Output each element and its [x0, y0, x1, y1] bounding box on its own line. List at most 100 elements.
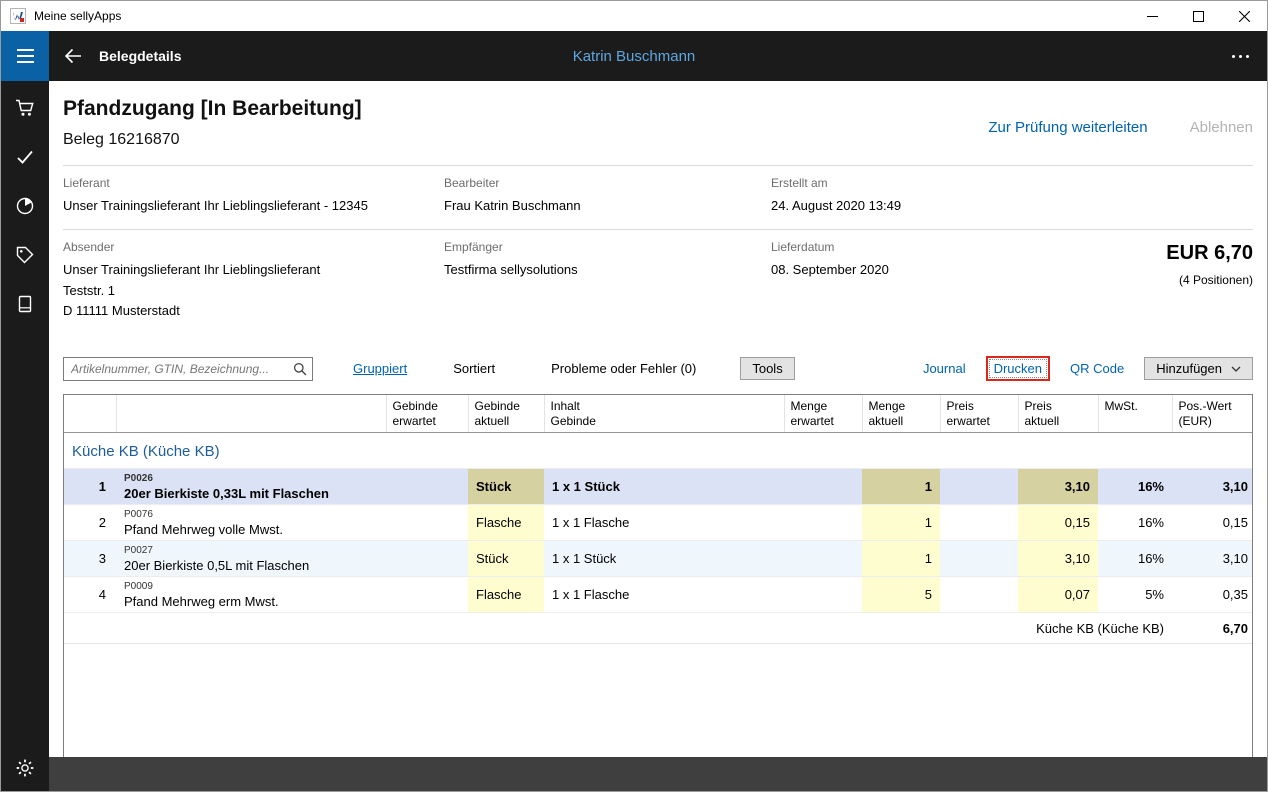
search-icon[interactable]: [293, 362, 307, 381]
cell-menge-erwartet: [784, 540, 862, 578]
reject-button[interactable]: Ablehnen: [1190, 119, 1253, 136]
sidebar-item-tags[interactable]: [1, 244, 49, 266]
column-header: Gebinde erwartet: [386, 395, 469, 434]
search-input[interactable]: [63, 356, 313, 381]
article-code: P0076: [124, 508, 153, 520]
cell-gebinde-aktuell[interactable]: Flasche: [468, 504, 544, 542]
problems-errors-toggle[interactable]: Probleme oder Fehler (0): [551, 361, 696, 376]
sidebar-item-statistics[interactable]: [1, 195, 49, 217]
document-title: Pfandzugang [In Bearbeitung]: [63, 97, 362, 120]
window-controls: [1129, 1, 1267, 31]
column-header: MwSt.: [1098, 395, 1173, 434]
cell-preis-aktuell[interactable]: 0,07: [1018, 576, 1098, 614]
table-row[interactable]: 2 P0076 Pfand Mehrweg volle Mwst. Flasch…: [64, 504, 1252, 542]
positions-toolbar: Gruppiert Sortiert Probleme oder Fehler …: [63, 356, 1253, 382]
table-row[interactable]: 3 P0027 20er Bierkiste 0,5L mit Flaschen…: [64, 540, 1252, 578]
pie-chart-icon: [16, 197, 34, 215]
article-name: Pfand Mehrweg volle Mwst.: [124, 521, 283, 537]
sidebar-item-tasks[interactable]: [1, 146, 49, 168]
column-header: Preis aktuell: [1018, 395, 1099, 434]
supplier-value: Unser Trainingslieferant Ihr Lieblingsli…: [63, 198, 368, 213]
cell-preis-aktuell[interactable]: 3,10: [1018, 468, 1098, 506]
recipient-value: Testfirma sellysolutions: [444, 261, 578, 277]
column-header: Inhalt Gebinde: [544, 395, 785, 434]
column-header: Pos.-Wert (EUR): [1172, 395, 1252, 434]
cell-inhalt-gebinde: 1 x 1 Stück: [544, 468, 784, 506]
close-button[interactable]: [1221, 1, 1267, 31]
cell-preis-erwartet: [940, 504, 1018, 542]
cell-gebinde-aktuell[interactable]: Flasche: [468, 576, 544, 614]
cell-row-number: 3: [64, 540, 116, 578]
cell-pos-wert: 3,10: [1172, 540, 1252, 578]
cell-gebinde-erwartet: [386, 504, 468, 542]
table-row[interactable]: 4 P0009 Pfand Mehrweg erm Mwst. Flasche …: [64, 576, 1252, 614]
cell-article: P0009 Pfand Mehrweg erm Mwst.: [116, 576, 386, 614]
sender-street: Teststr. 1: [63, 282, 116, 298]
sorted-toggle[interactable]: Sortiert: [453, 361, 495, 376]
cell-menge-aktuell[interactable]: 1: [862, 468, 940, 506]
table-row[interactable]: 1 P0026 20er Bierkiste 0,33L mit Flasche…: [64, 468, 1252, 506]
editor-label: Bearbeiter: [444, 176, 500, 190]
chevron-down-icon: [1231, 366, 1241, 372]
cell-menge-aktuell[interactable]: 5: [862, 576, 940, 614]
sender-name: Unser Trainingslieferant Ihr Lieblingsli…: [63, 261, 321, 277]
minimize-button[interactable]: [1129, 1, 1175, 31]
sidebar-item-cart[interactable]: [1, 97, 49, 119]
cell-gebinde-aktuell[interactable]: Stück: [468, 540, 544, 578]
hamburger-menu-button[interactable]: [1, 31, 49, 81]
more-options-button[interactable]: [1232, 31, 1249, 81]
column-header: [116, 395, 387, 434]
sender-city: D 11111 Musterstadt: [63, 303, 180, 319]
cell-pos-wert: 0,15: [1172, 504, 1252, 542]
gear-icon: [16, 759, 34, 777]
hamburger-icon: [16, 49, 34, 51]
article-name: Pfand Mehrweg erm Mwst.: [124, 593, 279, 609]
cell-article: P0027 20er Bierkiste 0,5L mit Flaschen: [116, 540, 386, 578]
cart-icon: [16, 99, 34, 116]
cell-menge-aktuell[interactable]: 1: [862, 504, 940, 542]
cell-mwst: 16%: [1098, 504, 1172, 542]
cell-menge-aktuell[interactable]: 1: [862, 540, 940, 578]
column-header: Menge aktuell: [862, 395, 941, 434]
back-button[interactable]: [63, 47, 83, 65]
content-background: Pfandzugang [In Bearbeitung] Beleg 16216…: [49, 81, 1267, 791]
delivery-date-label: Lieferdatum: [771, 239, 835, 254]
document-number: Beleg 16216870: [63, 131, 180, 148]
cell-menge-erwartet: [784, 504, 862, 542]
group-total-label: Küche KB (Küche KB): [64, 612, 1172, 645]
article-code: P0026: [124, 472, 153, 484]
cell-menge-erwartet: [784, 576, 862, 614]
column-header: [64, 395, 117, 434]
titlebar: Meine sellyApps: [1, 1, 1267, 31]
article-name: 20er Bierkiste 0,33L mit Flaschen: [124, 485, 329, 501]
column-header: Menge erwartet: [784, 395, 863, 434]
add-button[interactable]: Hinzufügen: [1144, 357, 1253, 381]
document-total: EUR 6,70: [1166, 241, 1253, 264]
group-total-value: 6,70: [1172, 612, 1252, 645]
cell-gebinde-erwartet: [386, 540, 468, 578]
book-icon: [18, 295, 32, 313]
table-header-row: Gebinde erwartet Gebinde aktuell Inhalt Geb…: [64, 395, 1252, 434]
maximize-button[interactable]: [1175, 1, 1221, 31]
cell-pos-wert: 0,35: [1172, 576, 1252, 614]
cell-gebinde-aktuell[interactable]: Stück: [468, 468, 544, 506]
app-icon: [10, 8, 26, 24]
cell-preis-aktuell[interactable]: 3,10: [1018, 540, 1098, 578]
print-link[interactable]: Drucken: [988, 359, 1048, 379]
grouped-toggle[interactable]: Gruppiert: [353, 361, 407, 376]
cell-inhalt-gebinde: 1 x 1 Flasche: [544, 576, 784, 614]
sidebar-item-catalog[interactable]: [1, 293, 49, 315]
group-header-row: Küche KB (Küche KB): [64, 432, 1252, 470]
journal-link[interactable]: Journal: [923, 361, 966, 376]
cell-mwst: 16%: [1098, 468, 1172, 506]
delivery-date-value: 08. September 2020: [771, 261, 889, 277]
tools-button[interactable]: Tools: [740, 357, 795, 381]
sidebar-item-settings[interactable]: [1, 757, 49, 779]
group-title: Küche KB (Küche KB): [64, 432, 1252, 470]
forward-for-review-button[interactable]: Zur Prüfung weiterleiten: [988, 119, 1147, 136]
cell-preis-aktuell[interactable]: 0,15: [1018, 504, 1098, 542]
close-icon: [1238, 10, 1250, 22]
cell-article: P0076 Pfand Mehrweg volle Mwst.: [116, 504, 386, 542]
qr-code-link[interactable]: QR Code: [1070, 361, 1124, 376]
appbar: Belegdetails Katrin Buschmann: [1, 31, 1267, 81]
